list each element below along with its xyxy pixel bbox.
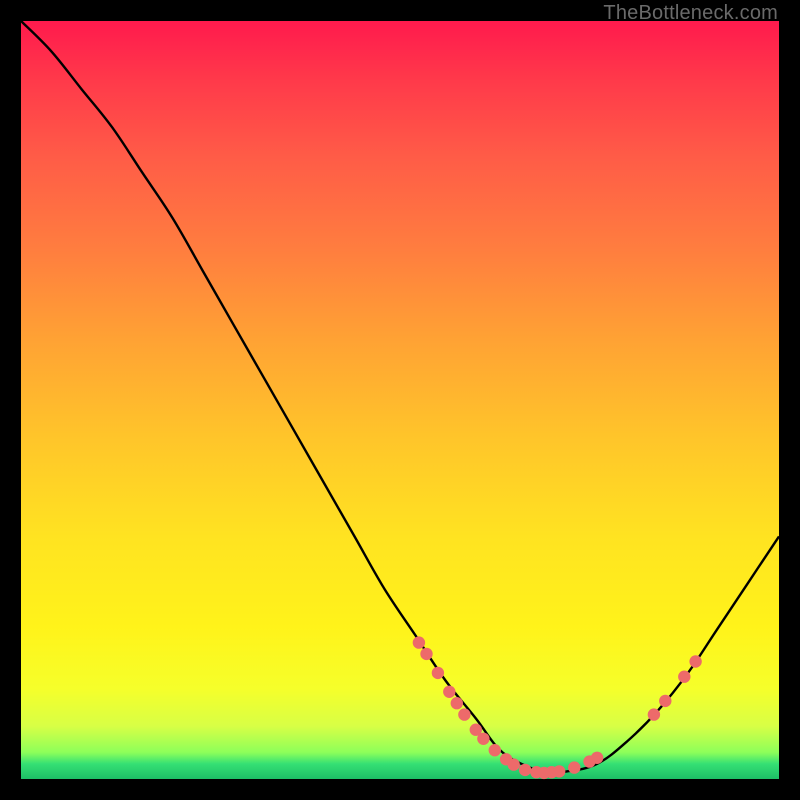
bottleneck-curve-path: [21, 21, 779, 772]
chart-marker: [678, 671, 690, 683]
chart-svg: [21, 21, 779, 779]
chart-marker: [451, 697, 463, 709]
chart-marker: [489, 744, 501, 756]
chart-marker: [477, 733, 489, 745]
chart-marker: [420, 648, 432, 660]
chart-marker: [648, 708, 660, 720]
chart-plot-area: [21, 21, 779, 779]
chart-marker: [508, 758, 520, 770]
chart-marker: [443, 686, 455, 698]
chart-marker: [689, 655, 701, 667]
chart-marker: [432, 667, 444, 679]
chart-frame: TheBottleneck.com: [0, 0, 800, 800]
chart-marker: [591, 752, 603, 764]
chart-marker: [413, 636, 425, 648]
chart-marker: [519, 764, 531, 776]
chart-markers: [413, 636, 702, 779]
chart-marker: [458, 708, 470, 720]
attribution-text: TheBottleneck.com: [603, 2, 778, 25]
chart-marker: [553, 765, 565, 777]
chart-marker: [568, 761, 580, 773]
chart-marker: [659, 695, 671, 707]
